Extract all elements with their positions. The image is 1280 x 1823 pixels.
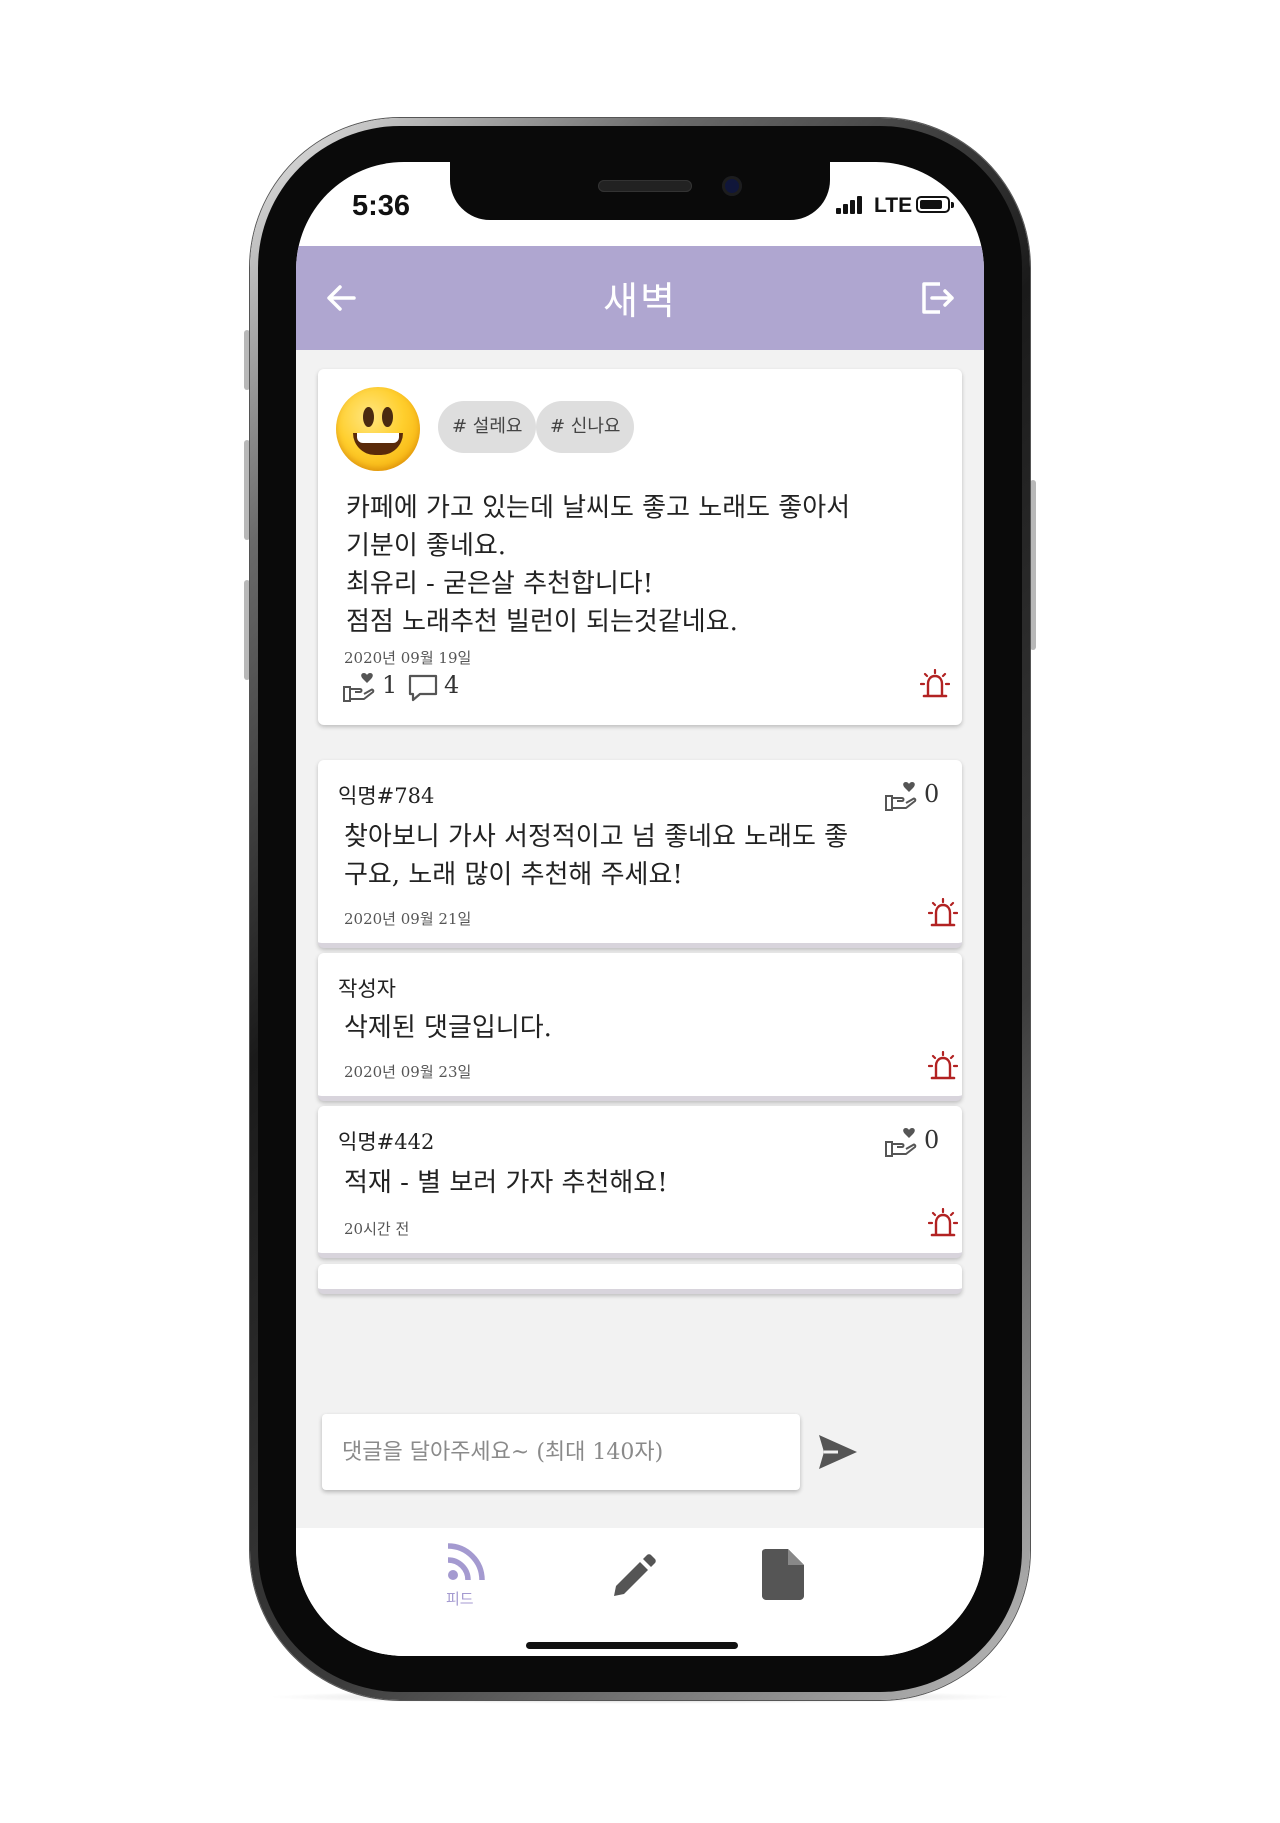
home-indicator (526, 1642, 738, 1649)
front-camera (722, 176, 742, 196)
comment-card: 작성자 삭제된 댓글입니다. 2020년 09월 23일 (318, 953, 962, 1101)
post-body: 카페에 가고 있는데 날씨도 좋고 노래도 좋아서 기분이 좋네요. 최유리 -… (346, 489, 946, 641)
comment-text: 삭제된 댓글입니다. (344, 1009, 944, 1047)
emotion-tag[interactable]: # 설레요 (438, 401, 537, 453)
post-line: 기분이 좋네요. (346, 531, 507, 561)
comment-like-count: 0 (924, 1126, 940, 1154)
network-type: LTE (874, 194, 913, 217)
comment-card-partial (318, 1264, 962, 1294)
comment-author: 작성자 (338, 977, 396, 1001)
report-siren-icon[interactable] (920, 669, 950, 701)
post-line: 점점 노래추천 빌런이 되는것같네요. (346, 607, 738, 637)
nav-feed[interactable]: 피드 (436, 1536, 496, 1608)
comment-line: 적재 - 별 보러 가자 추천해요! (344, 1168, 668, 1198)
rss-feed-icon (447, 1543, 485, 1581)
comment-line: 구요, 노래 많이 추천해 주세요! (344, 860, 683, 890)
page-title: 새벽 (603, 279, 677, 323)
comment-input[interactable] (322, 1414, 800, 1490)
notch (450, 162, 830, 220)
post-comment-count: 4 (444, 671, 460, 699)
status-time: 5:36 (352, 190, 411, 222)
comment-line: 찾아보니 가사 서정적이고 넘 좋네요 노래도 좋 (344, 822, 849, 852)
send-icon[interactable] (816, 1432, 860, 1472)
comment-card: 익명#442 0 적재 - 별 보러 가자 추천해요! 20시간 전 (318, 1106, 962, 1258)
phone-screen: 5:36 LTE 새벽 # 설레요 # 신나요 카페에 가고 있는데 날씨도 좋… (296, 162, 984, 1656)
battery-icon (916, 196, 954, 213)
like-hand-heart-icon[interactable] (342, 671, 376, 703)
comment-author: 익명#442 (338, 1130, 435, 1154)
post-date: 2020년 09월 19일 (344, 649, 472, 667)
report-siren-icon[interactable] (928, 1208, 958, 1240)
bottom-navigation: 피드 (296, 1528, 984, 1656)
power-button (1030, 480, 1036, 650)
comment-date: 2020년 09월 21일 (344, 910, 472, 928)
post-like-count: 1 (382, 671, 398, 699)
post-card: # 설레요 # 신나요 카페에 가고 있는데 날씨도 좋고 노래도 좋아서 기분… (318, 369, 962, 725)
comment-input-box (322, 1414, 800, 1490)
speaker (598, 180, 692, 192)
pencil-write-icon[interactable] (608, 1550, 658, 1600)
smiling-face-icon (336, 387, 420, 471)
logout-icon[interactable] (914, 276, 958, 320)
app-header: 새벽 (296, 246, 984, 350)
comment-bubble-icon[interactable] (408, 673, 438, 703)
comment-author: 익명#784 (338, 784, 435, 808)
report-siren-icon[interactable] (928, 898, 958, 930)
like-hand-heart-icon[interactable] (884, 780, 918, 812)
post-line: 카페에 가고 있는데 날씨도 좋고 노래도 좋아서 (346, 493, 851, 523)
comment-line: 삭제된 댓글입니다. (344, 1013, 552, 1043)
post-line: 최유리 - 굳은살 추천합니다! (346, 569, 654, 599)
comment-text: 적재 - 별 보러 가자 추천해요! (344, 1164, 944, 1202)
emotion-tag[interactable]: # 신나요 (536, 401, 635, 453)
feed-detail-content: # 설레요 # 신나요 카페에 가고 있는데 날씨도 좋고 노래도 좋아서 기분… (296, 350, 984, 1528)
nav-feed-label: 피드 (446, 1590, 474, 1608)
comment-like-count: 0 (924, 780, 940, 808)
comment-date: 20시간 전 (344, 1220, 410, 1238)
report-siren-icon[interactable] (928, 1051, 958, 1083)
comment-text: 찾아보니 가사 서정적이고 넘 좋네요 노래도 좋 구요, 노래 많이 추천해 … (344, 818, 944, 894)
comment-date: 2020년 09월 23일 (344, 1063, 472, 1081)
document-icon[interactable] (756, 1548, 808, 1602)
comment-card: 익명#784 0 찾아보니 가사 서정적이고 넘 좋네요 노래도 좋 구요, 노… (318, 760, 962, 948)
like-hand-heart-icon[interactable] (884, 1126, 918, 1158)
